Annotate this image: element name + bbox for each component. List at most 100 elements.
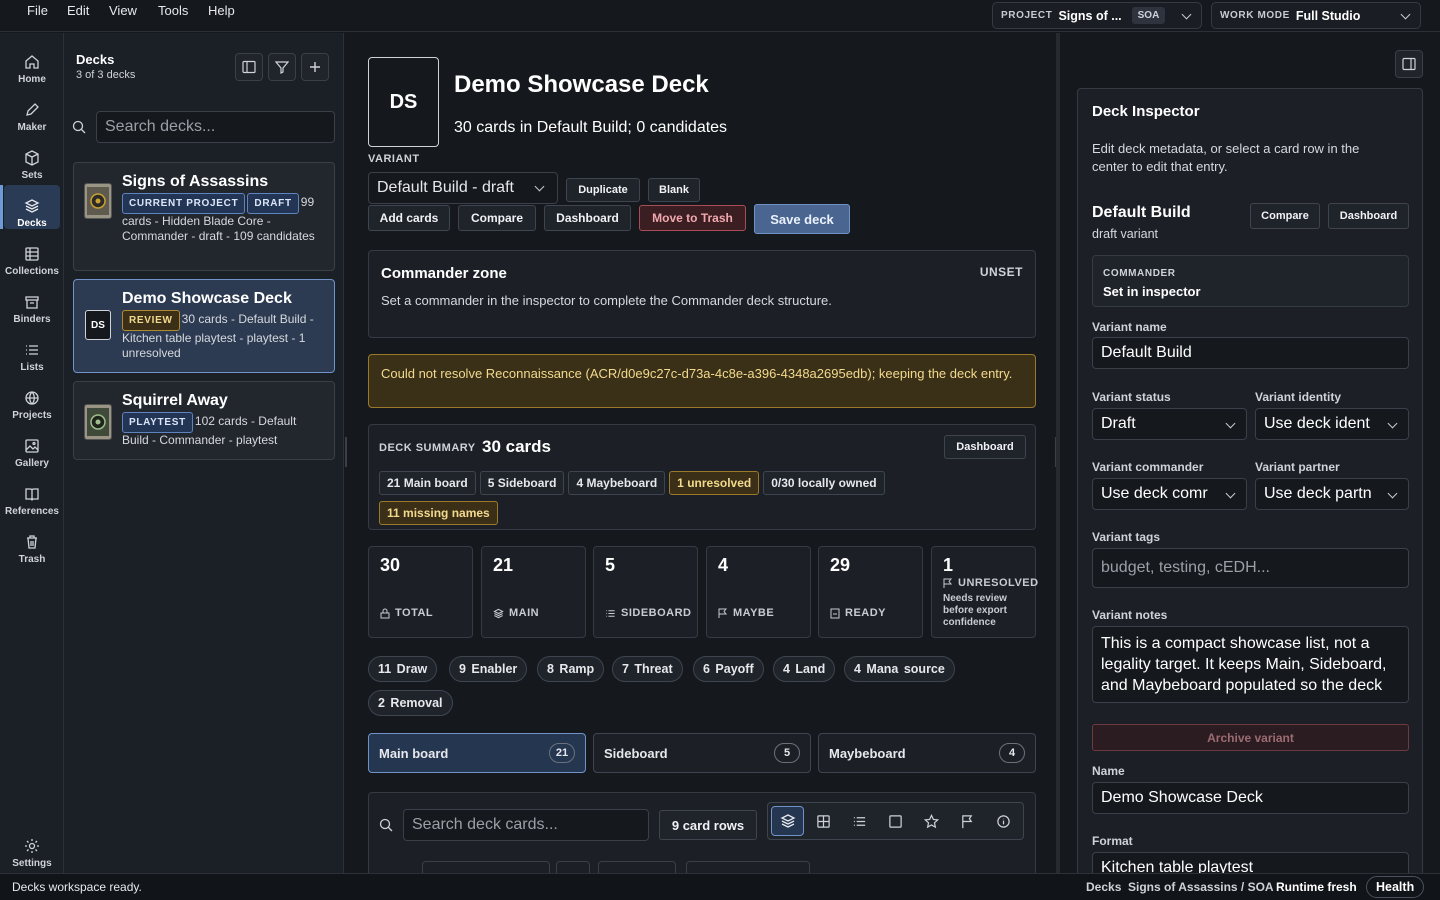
list-icon[interactable] [852,814,867,829]
chevron-down-icon [1181,9,1192,20]
role-tag[interactable]: 4 Mana source [844,656,955,682]
workmode-select[interactable]: WORK MODE Full Studio [1211,2,1421,29]
variant-partner-select[interactable]: Use deck partn [1255,478,1409,510]
summary-dashboard-button[interactable]: Dashboard [944,435,1026,459]
chip-label: unresolved [687,476,752,490]
variant-title: Default Build [1092,204,1191,221]
rail-item-collections[interactable]: Collections [4,233,60,277]
variant-name-label: Variant name [1092,320,1167,334]
variant-notes-textarea[interactable]: This is a compact showcase list, not a l… [1092,626,1409,703]
filter-control[interactable] [686,861,810,873]
role-tag[interactable]: 9 Enabler [449,656,528,682]
flag-icon [718,608,728,618]
variant-select[interactable]: Default Build - draft [368,172,558,204]
rail-item-references[interactable]: References [4,473,60,517]
card-icon[interactable] [888,814,903,829]
rail-item-home[interactable]: Home [4,41,60,85]
filter-control[interactable] [422,861,550,873]
rail-item-label: Sets [21,170,43,181]
rail-item-trash[interactable]: Trash [4,521,60,565]
card-search-input[interactable]: Search deck cards... [403,809,649,841]
save-deck-button[interactable]: Save deck [754,204,850,234]
menu-help[interactable]: Help [208,3,235,18]
commander-value: Set in inspector [1103,284,1201,299]
rail-item-sets[interactable]: Sets [4,137,60,181]
filter-control[interactable] [598,861,676,873]
panel-resize-handle[interactable] [345,437,347,467]
variant-status-select[interactable]: Draft [1092,408,1247,440]
deck-list-item[interactable]: DS Demo Showcase Deck REVIEW 30 cards - D… [73,279,335,373]
deck-subtitle: 30 cards in Default Build; 0 candidates [454,119,728,136]
tab-sideboard[interactable]: Sideboard 5 [593,733,811,773]
rail-item-projects[interactable]: Projects [4,377,60,421]
rail-item-label: Home [18,74,46,85]
toggle-panel-button[interactable] [235,53,263,81]
rail-item-binders[interactable]: Binders [4,281,60,325]
deck-name-input[interactable]: Demo Showcase Deck [1092,782,1409,814]
workmode-select-value: Full Studio [1295,8,1361,23]
filter-control[interactable] [556,861,590,873]
compare-button[interactable]: Compare [458,205,536,231]
role-tag[interactable]: 2 Removal [368,690,453,716]
summary-chips: 21 Main board 5 Sideboard 4 Maybeboard 1 un… [379,468,1029,528]
star-icon[interactable] [924,814,939,829]
rail-item-label: Settings [12,858,52,869]
rail-item-label: Trash [18,554,46,565]
variant-tags-input[interactable]: budget, testing, cEDH... [1092,548,1409,588]
deck-list-item[interactable]: Squirrel Away PLAYTEST 102 cards - Defaul… [73,381,335,460]
info-icon[interactable] [996,814,1011,829]
rail-item-decks[interactable]: Decks [0,185,60,229]
health-button[interactable]: Health [1366,876,1425,898]
view-stack-button[interactable] [771,806,804,836]
menu-view[interactable]: View [109,3,137,18]
project-select[interactable]: PROJECT Signs of ... SOA [992,2,1202,29]
menu-file[interactable]: File [27,3,48,18]
summary-chip: 11 missing names [379,501,498,525]
variant-identity-select[interactable]: Use deck ident [1255,408,1409,440]
stat-card-sideboard: 5 SIDEBOARD [593,546,698,638]
blank-variant-button[interactable]: Blank [648,178,700,202]
search-icon [72,120,86,134]
tab-maybeboard[interactable]: Maybeboard 4 [818,733,1036,773]
add-cards-button[interactable]: Add cards [368,205,450,231]
warning-banner: Could not resolve Reconnaissance (ACR/d0… [368,354,1036,408]
move-to-trash-button[interactable]: Move to Trash [639,205,746,231]
filter-button[interactable] [268,53,296,81]
dashboard-button[interactable]: Dashboard [544,205,631,231]
flag-icon[interactable] [960,814,975,829]
inspector-dashboard-button[interactable]: Dashboard [1328,203,1409,229]
duplicate-variant-button[interactable]: Duplicate [566,178,640,202]
rail-item-gallery[interactable]: Gallery [4,425,60,469]
chevron-down-icon [534,181,545,192]
format-select[interactable]: Kitchen table playtest [1092,852,1409,873]
tab-main-board[interactable]: Main board 21 [368,733,586,773]
gear-icon [25,839,39,853]
menu-tools[interactable]: Tools [158,3,188,18]
deck-list-item[interactable]: Signs of Assassins CURRENT PROJECT DRAFT 9… [73,162,335,271]
rail-item-lists[interactable]: Lists [4,329,60,373]
commander-zone-status: UNSET [979,265,1023,279]
sidebar-icon [1402,57,1416,71]
select-value: Draft [1101,415,1136,432]
stat-label-text: MAYBE [733,607,775,619]
grid-icon[interactable] [816,814,831,829]
role-tag[interactable]: 6 Payoff [693,656,764,682]
inspector-compare-button[interactable]: Compare [1250,203,1320,229]
rail-item-label: Maker [17,122,47,133]
role-tag[interactable]: 11 Draw [368,656,438,682]
variant-commander-select[interactable]: Use deck comr [1092,478,1247,510]
variant-name-input[interactable]: Default Build [1092,337,1409,369]
rail-item-settings[interactable]: Settings [4,825,60,869]
page-title: Demo Showcase Deck [454,71,709,98]
toggle-inspector-button[interactable] [1395,50,1423,78]
role-tag[interactable]: 4 Land [773,656,836,682]
archive-variant-button[interactable]: Archive variant [1092,724,1409,751]
deck-search-input[interactable]: Search decks... [96,111,335,143]
rail-item-maker[interactable]: Maker [4,89,60,133]
menu-edit[interactable]: Edit [67,3,89,18]
role-tag[interactable]: 7 Threat [612,656,683,682]
status-runtime: Runtime fresh [1276,880,1357,894]
add-deck-button[interactable] [301,53,329,81]
chip-count: 4 [576,476,584,490]
role-tag[interactable]: 8 Ramp [537,656,605,682]
